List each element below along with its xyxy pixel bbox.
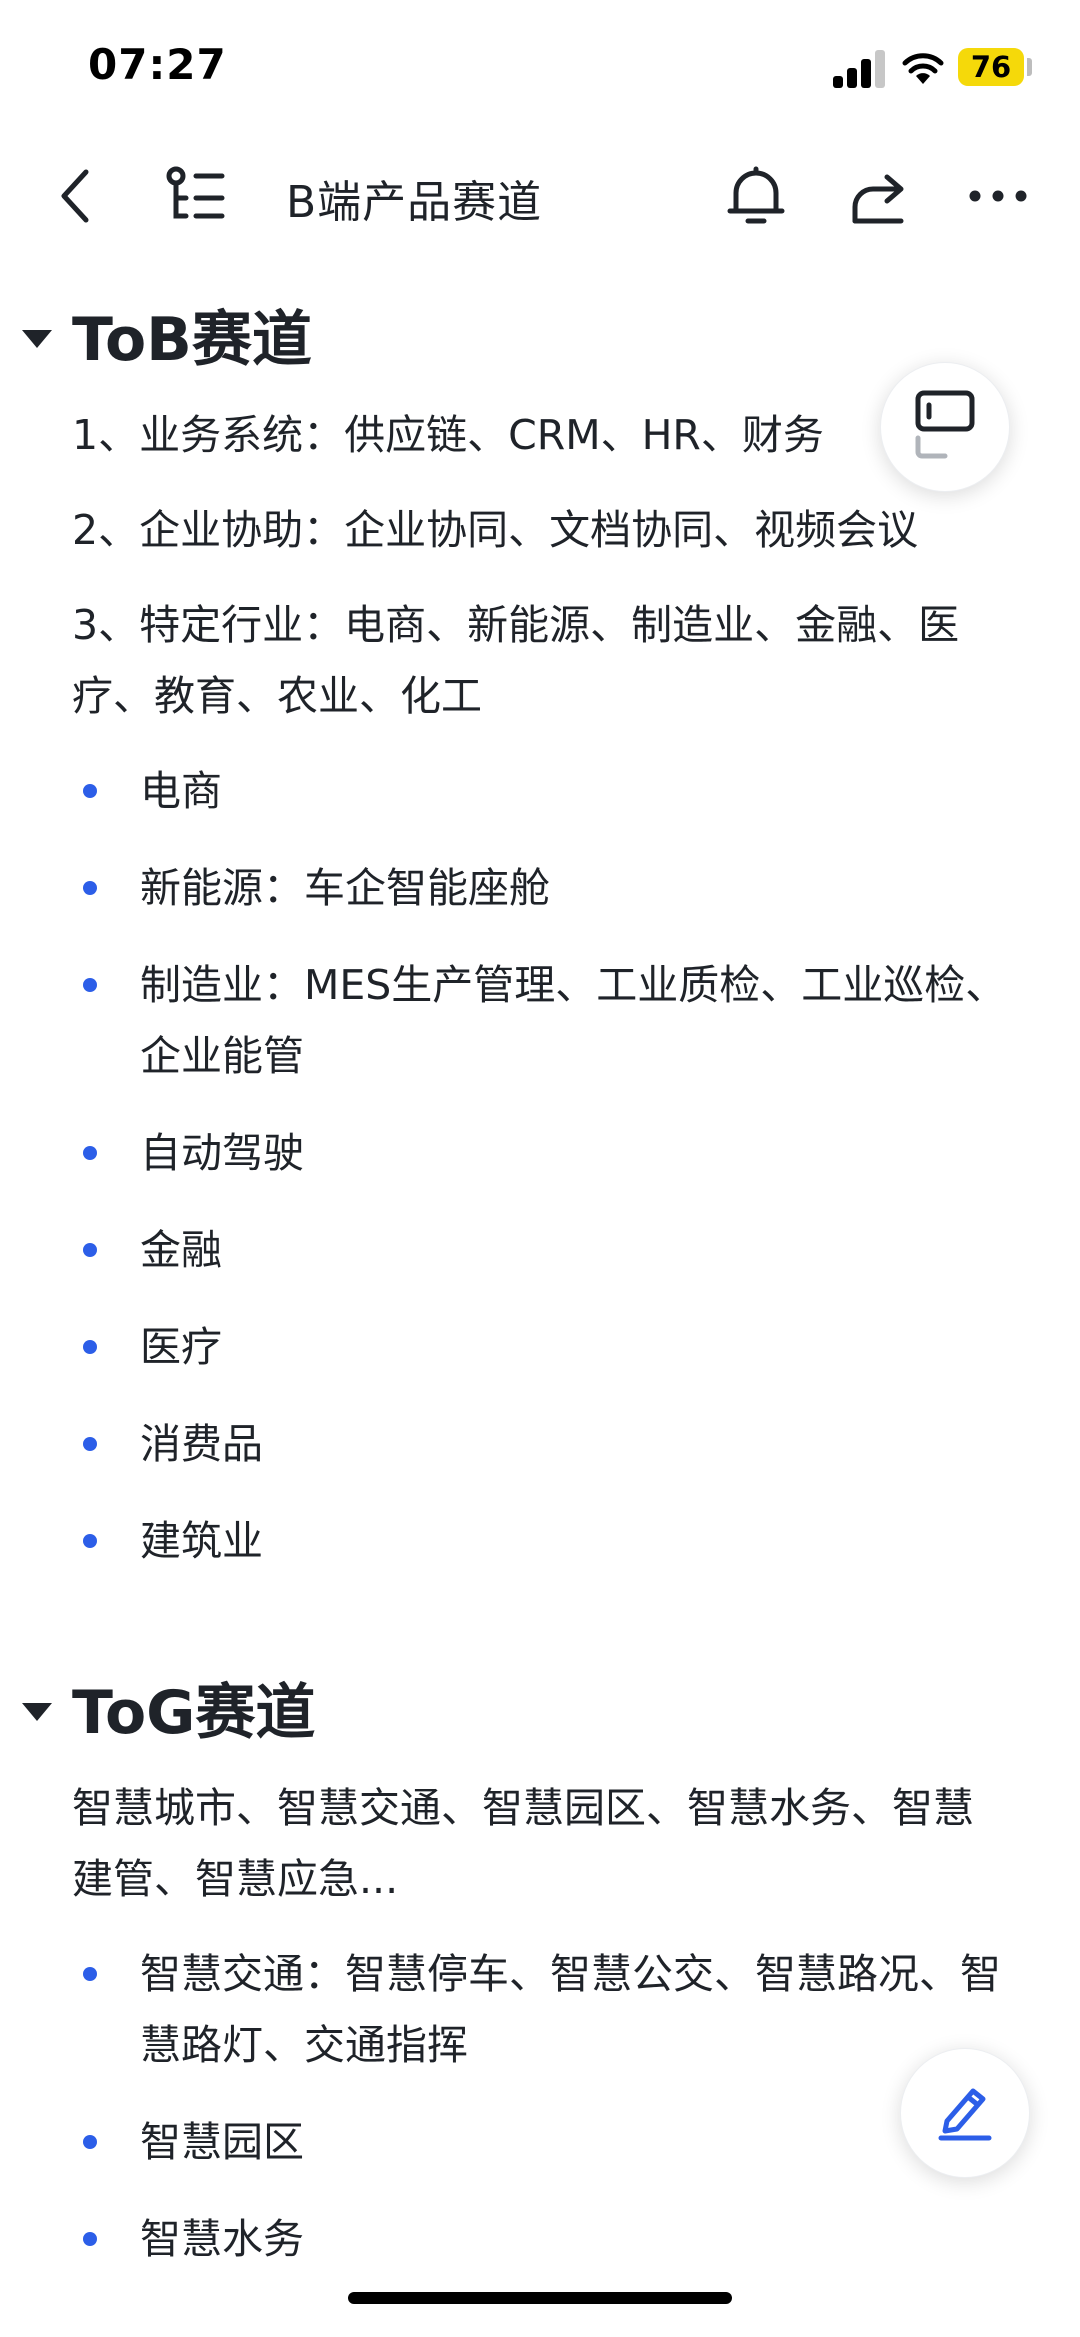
nav-bar: B端产品赛道 bbox=[0, 130, 1080, 260]
list-item-text: 制造业：MES生产管理、工业质检、工业巡检、企业能管 bbox=[140, 961, 1007, 1080]
list-item-text: 智慧水务 bbox=[140, 2215, 304, 2263]
bullet-dot bbox=[83, 978, 97, 992]
paragraph: 2、企业协助：企业协同、文档协同、视频会议 bbox=[72, 506, 919, 554]
list-item: 金融 bbox=[83, 1215, 1020, 1286]
list-item-text: 新能源：车企智能座舱 bbox=[140, 864, 550, 912]
collapse-caret-icon[interactable] bbox=[22, 330, 52, 348]
edit-icon bbox=[935, 2081, 995, 2145]
page-title: B端产品赛道 bbox=[286, 177, 543, 228]
bullet-dot bbox=[83, 881, 97, 895]
status-bar: 07:27 76 bbox=[0, 0, 1080, 130]
document-body: ToB赛道 1、业务系统：供应链、CRM、HR、财务 2、企业协助：企业协同、文… bbox=[0, 290, 1080, 2301]
bullet-dot bbox=[83, 1146, 97, 1160]
section-header-tog[interactable]: ToG赛道 bbox=[0, 1663, 1080, 1773]
list-item: 建筑业 bbox=[83, 1506, 1020, 1577]
sidebar-toggle-icon bbox=[915, 390, 975, 464]
list-item-text: 金融 bbox=[140, 1226, 222, 1274]
list-item: 医疗 bbox=[83, 1312, 1020, 1383]
battery-icon: 76 bbox=[958, 48, 1024, 86]
bullet-dot bbox=[83, 1340, 97, 1354]
cellular-signal-icon bbox=[833, 48, 887, 88]
list-item-text: 电商 bbox=[140, 767, 222, 815]
list-item-text: 消费品 bbox=[140, 1420, 263, 1468]
bullet-dot bbox=[83, 2232, 97, 2246]
section-title: ToB赛道 bbox=[72, 305, 312, 375]
back-icon[interactable] bbox=[40, 160, 112, 232]
list-item-text: 医疗 bbox=[140, 1323, 222, 1371]
paragraph: 智慧城市、智慧交通、智慧园区、智慧水务、智慧建管、智慧应急... bbox=[72, 1784, 974, 1903]
sidebar-toggle-button[interactable] bbox=[880, 362, 1010, 492]
bullet-dot bbox=[83, 2135, 97, 2149]
more-icon[interactable] bbox=[962, 160, 1034, 232]
list-item: 制造业：MES生产管理、工业质检、工业巡检、企业能管 bbox=[83, 950, 1020, 1092]
bullet-dot bbox=[83, 1534, 97, 1548]
collapse-caret-icon[interactable] bbox=[22, 1703, 52, 1721]
outline-icon[interactable] bbox=[160, 160, 232, 232]
list-item: 智慧园区 bbox=[83, 2107, 1020, 2178]
edit-button[interactable] bbox=[900, 2048, 1030, 2178]
section-title: ToG赛道 bbox=[72, 1678, 316, 1748]
list-item: 电商 bbox=[83, 756, 1020, 827]
paragraph: 3、特定行业：电商、新能源、制造业、金融、医疗、教育、农业、化工 bbox=[72, 601, 960, 720]
list-item-text: 自动驾驶 bbox=[140, 1129, 304, 1177]
bullet-dot bbox=[83, 1243, 97, 1257]
list-item-text: 智慧园区 bbox=[140, 2118, 304, 2166]
bell-icon[interactable] bbox=[720, 160, 792, 232]
home-indicator bbox=[348, 2292, 732, 2304]
wifi-icon bbox=[900, 48, 946, 86]
list-item-text: 智慧交通：智慧停车、智慧公交、智慧路况、智慧路灯、交通指挥 bbox=[140, 1950, 1001, 2069]
list-item-text: 建筑业 bbox=[140, 1517, 263, 1565]
share-icon[interactable] bbox=[842, 160, 914, 232]
bullet-dot bbox=[83, 1967, 97, 1981]
list-item: 消费品 bbox=[83, 1409, 1020, 1480]
bullet-dot bbox=[83, 784, 97, 798]
list-item: 智慧水务 bbox=[83, 2204, 1020, 2275]
list-item: 新能源：车企智能座舱 bbox=[83, 853, 1020, 924]
battery-tip bbox=[1027, 58, 1032, 76]
status-time: 07:27 bbox=[88, 40, 227, 89]
list-item: 自动驾驶 bbox=[83, 1118, 1020, 1189]
list-item: 智慧交通：智慧停车、智慧公交、智慧路况、智慧路灯、交通指挥 bbox=[83, 1939, 1020, 2081]
bullet-dot bbox=[83, 1437, 97, 1451]
paragraph: 1、业务系统：供应链、CRM、HR、财务 bbox=[72, 411, 824, 459]
